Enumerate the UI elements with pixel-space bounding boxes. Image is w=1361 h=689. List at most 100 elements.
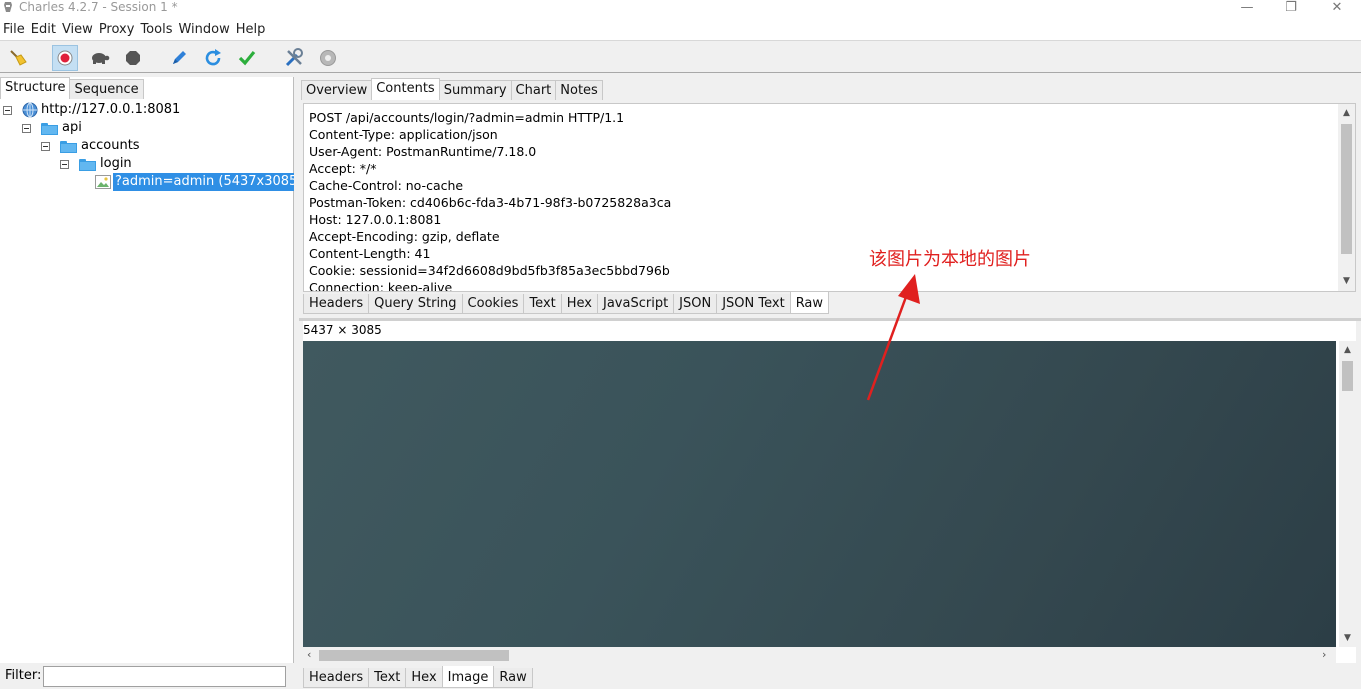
menu-help[interactable]: Help xyxy=(233,20,269,40)
annotation-arrow-icon xyxy=(866,274,920,401)
image-file-icon xyxy=(95,175,111,189)
header-line: Content-Length: 41 xyxy=(309,246,431,261)
response-image xyxy=(303,341,1336,647)
tools-icon[interactable] xyxy=(281,45,307,71)
broom-icon[interactable] xyxy=(5,45,31,71)
request-raw-view[interactable]: POST /api/accounts/login/?admin=admin HT… xyxy=(303,103,1356,292)
tab-request-json-text[interactable]: JSON Text xyxy=(716,294,791,314)
tree-label-accounts: accounts xyxy=(81,138,140,153)
scroll-thumb[interactable] xyxy=(319,650,509,661)
header-line: Content-Type: application/json xyxy=(309,127,498,142)
structure-panel: Structure Sequence http://127.0.0.1:8081… xyxy=(0,77,305,663)
scroll-up-icon[interactable]: ▲ xyxy=(1339,345,1356,355)
settings-icon[interactable] xyxy=(315,45,341,71)
tree-label-host: http://127.0.0.1:8081 xyxy=(41,102,181,117)
charles-app-icon xyxy=(4,2,12,12)
right-tabs: Overview Contents Summary Chart Notes xyxy=(301,78,603,100)
tree-label-request: ?admin=admin (5437x3085) xyxy=(113,173,305,191)
tab-request-hex[interactable]: Hex xyxy=(560,294,598,314)
toolbar xyxy=(0,40,1361,73)
folder-icon xyxy=(79,158,96,171)
collapse-icon[interactable] xyxy=(41,141,50,151)
refresh-icon[interactable] xyxy=(200,45,226,71)
tab-chart[interactable]: Chart xyxy=(510,80,557,100)
response-vertical-scrollbar[interactable]: ▲ ▼ xyxy=(1339,341,1356,647)
tab-request-raw[interactable]: Raw xyxy=(789,292,830,314)
record-icon[interactable] xyxy=(52,45,78,71)
tree-node-accounts[interactable]: accounts xyxy=(41,137,140,155)
scroll-left-icon[interactable]: ‹ xyxy=(307,648,311,661)
collapse-icon[interactable] xyxy=(3,105,12,115)
pen-icon[interactable] xyxy=(166,45,192,71)
header-line: Cookie: sessionid=34f2d6608d9bd5fb3f85a3… xyxy=(309,263,670,278)
menu-window[interactable]: Window xyxy=(175,20,232,40)
tree-node-host[interactable]: http://127.0.0.1:8081 xyxy=(3,101,180,119)
window-title: Charles 4.2.7 - Session 1 * xyxy=(19,0,178,14)
menu-bar: File Edit View Proxy Tools Window Help xyxy=(0,20,1361,40)
tab-request-headers[interactable]: Headers xyxy=(303,294,370,314)
tab-request-query-string[interactable]: Query String xyxy=(368,294,463,314)
check-icon[interactable] xyxy=(234,45,260,71)
menu-file[interactable]: File xyxy=(0,20,28,40)
scroll-down-icon[interactable]: ▼ xyxy=(1338,276,1355,286)
filter-label: Filter: xyxy=(5,668,42,683)
tree-node-api[interactable]: api xyxy=(22,119,82,137)
filter-bar: Filter: xyxy=(0,663,294,688)
response-view-tabs: Headers Text Hex Image Raw xyxy=(303,666,533,688)
folder-icon xyxy=(60,140,77,153)
scroll-thumb[interactable] xyxy=(1342,361,1353,391)
tree-label-api: api xyxy=(62,120,82,135)
header-line: User-Agent: PostmanRuntime/7.18.0 xyxy=(309,144,537,159)
image-dimensions: 5437 × 3085 xyxy=(303,323,382,337)
tab-request-text[interactable]: Text xyxy=(523,294,562,314)
header-line: Postman-Token: cd406b6c-fda3-4b71-98f3-b… xyxy=(309,195,672,210)
tab-response-text[interactable]: Text xyxy=(368,668,407,688)
header-line: Cache-Control: no-cache xyxy=(309,178,464,193)
header-line: Host: 127.0.0.1:8081 xyxy=(309,212,442,227)
response-horizontal-scrollbar[interactable]: ‹ › xyxy=(303,647,1336,664)
tab-request-javascript[interactable]: JavaScript xyxy=(597,294,675,314)
filter-input[interactable] xyxy=(43,666,286,687)
request-vertical-scrollbar[interactable]: ▲ ▼ xyxy=(1338,104,1355,291)
minimize-button[interactable]: — xyxy=(1227,0,1267,15)
menu-edit[interactable]: Edit xyxy=(28,20,59,40)
tab-overview[interactable]: Overview xyxy=(301,80,373,100)
request-view-tabs: Headers Query String Cookies Text Hex Ja… xyxy=(303,292,830,314)
turtle-icon[interactable] xyxy=(86,45,112,71)
tab-response-hex[interactable]: Hex xyxy=(405,668,443,688)
folder-icon xyxy=(41,122,58,135)
tree-node-login[interactable]: login xyxy=(60,155,132,173)
tab-response-headers[interactable]: Headers xyxy=(303,668,370,688)
scroll-right-icon[interactable]: › xyxy=(1322,648,1326,661)
scroll-up-icon[interactable]: ▲ xyxy=(1338,108,1355,118)
tab-notes[interactable]: Notes xyxy=(555,80,603,100)
scroll-down-icon[interactable]: ▼ xyxy=(1339,633,1356,643)
tree-node-request[interactable]: ?admin=admin (5437x3085) xyxy=(95,173,305,191)
scroll-thumb[interactable] xyxy=(1341,124,1352,254)
tab-request-cookies[interactable]: Cookies xyxy=(461,294,525,314)
close-button[interactable]: ✕ xyxy=(1317,0,1357,15)
header-line: Connection: keep-alive xyxy=(309,280,453,291)
globe-icon xyxy=(22,102,38,118)
collapse-icon[interactable] xyxy=(60,159,69,169)
header-line: Accept-Encoding: gzip, deflate xyxy=(309,229,500,244)
menu-proxy[interactable]: Proxy xyxy=(96,20,138,40)
collapse-icon[interactable] xyxy=(22,123,31,133)
menu-view[interactable]: View xyxy=(59,20,96,40)
menu-tools[interactable]: Tools xyxy=(137,20,175,40)
tab-response-raw[interactable]: Raw xyxy=(493,668,533,688)
tab-structure[interactable]: Structure xyxy=(0,77,71,99)
maximize-button[interactable]: ❐ xyxy=(1271,0,1311,15)
tab-request-json[interactable]: JSON xyxy=(673,294,718,314)
stop-icon[interactable] xyxy=(120,45,146,71)
tab-summary[interactable]: Summary xyxy=(438,80,512,100)
annotation-text: 该图片为本地的图片 xyxy=(869,249,1031,270)
tab-response-image[interactable]: Image xyxy=(441,666,495,688)
request-line: POST /api/accounts/login/?admin=admin HT… xyxy=(309,110,625,125)
tab-contents[interactable]: Contents xyxy=(371,78,440,100)
tab-sequence[interactable]: Sequence xyxy=(69,79,144,99)
left-tabs: Structure Sequence xyxy=(0,77,144,99)
title-bar: Charles 4.2.7 - Session 1 * — ❐ ✕ xyxy=(0,0,1361,20)
header-line: Accept: */* xyxy=(309,161,377,176)
tree-label-login: login xyxy=(100,156,132,171)
